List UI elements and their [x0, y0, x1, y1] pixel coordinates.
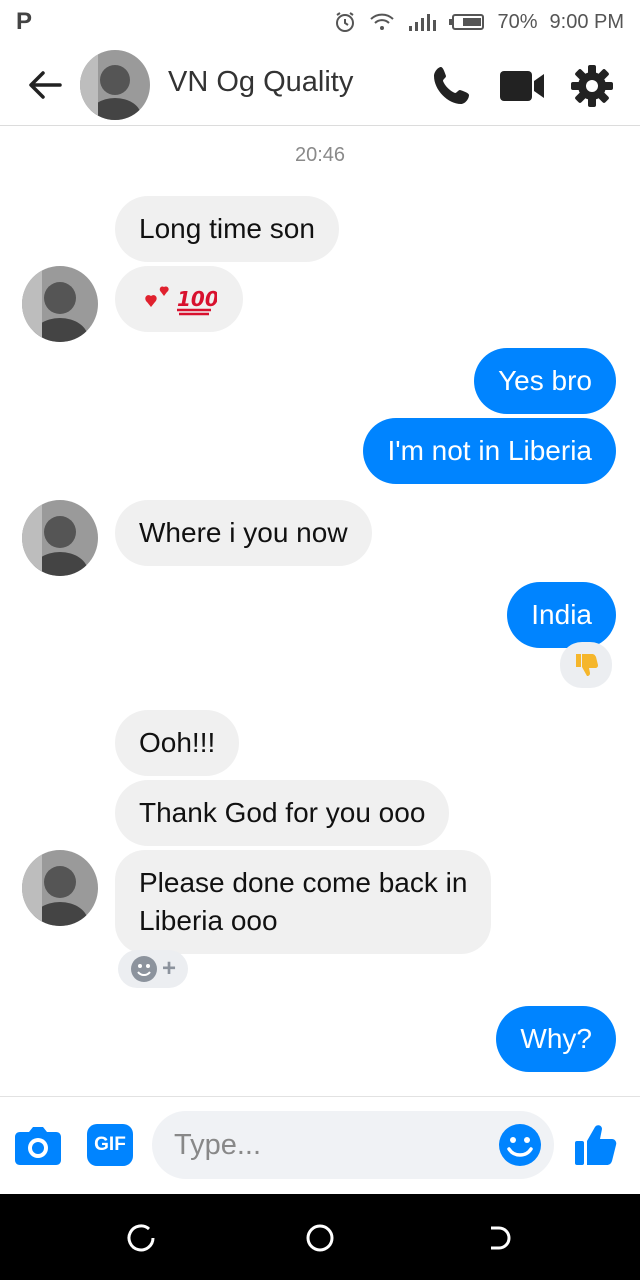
wifi-icon — [369, 12, 395, 32]
contact-avatar-thumb[interactable] — [22, 266, 98, 342]
gif-button[interactable]: GIF — [84, 1119, 136, 1171]
status-icons: 70% 9:00 PM — [333, 10, 624, 34]
signal-icon — [407, 12, 437, 32]
incoming-message[interactable]: Thank God for you ooo — [115, 780, 450, 846]
emoji-icon — [499, 1124, 541, 1166]
chat-header: VN Og Quality — [0, 44, 640, 126]
battery-icon — [449, 12, 485, 32]
plus-icon: + — [161, 955, 176, 982]
video-camera-icon — [500, 71, 544, 101]
home-button[interactable] — [300, 1218, 340, 1258]
contact-avatar[interactable] — [80, 50, 150, 120]
svg-text:100: 100 — [177, 287, 217, 311]
incoming-message[interactable]: Long time son — [115, 196, 339, 262]
message-composer: GIF — [0, 1096, 640, 1194]
video-call-button[interactable] — [498, 62, 546, 110]
incoming-message-emoji[interactable]: 100 — [115, 266, 243, 332]
emoji-button[interactable] — [498, 1123, 542, 1167]
message-input-field[interactable] — [152, 1111, 554, 1179]
outgoing-message[interactable]: India — [507, 582, 616, 648]
back-nav-button[interactable] — [478, 1218, 518, 1258]
message-line: Liberia ooo — [139, 905, 278, 936]
message-line: Please done come back in — [139, 867, 468, 898]
battery-percentage: 70% — [497, 10, 538, 33]
gif-icon: GIF — [87, 1124, 133, 1166]
thumbs-up-icon — [575, 1125, 617, 1165]
system-nav-bar — [0, 1194, 640, 1280]
recent-apps-button[interactable] — [122, 1218, 162, 1258]
settings-button[interactable] — [568, 62, 616, 110]
phone-icon — [434, 67, 469, 104]
like-button[interactable] — [570, 1119, 622, 1171]
camera-icon — [15, 1127, 61, 1165]
incoming-message-multiline[interactable]: Please done come back in Liberia ooo — [115, 850, 492, 954]
message-reaction[interactable] — [560, 642, 612, 688]
incoming-message[interactable]: Ooh!!! — [115, 710, 240, 776]
thumbs-down-icon — [576, 654, 598, 676]
contact-avatar-thumb[interactable] — [22, 500, 98, 576]
incoming-message[interactable]: Where i you now — [115, 500, 372, 566]
add-reaction-button[interactable]: + — [118, 950, 188, 988]
contact-avatar-thumb[interactable] — [22, 850, 98, 926]
alarm-icon — [333, 10, 357, 34]
back-arrow-icon — [29, 71, 62, 99]
status-time: 9:00 PM — [549, 10, 624, 33]
message-timestamp: 20:46 — [294, 144, 346, 166]
smiley-icon — [130, 956, 157, 982]
back-nav-icon — [491, 1226, 511, 1250]
recent-apps-icon — [127, 1224, 155, 1252]
outgoing-message[interactable]: I'm not in Liberia — [363, 418, 616, 484]
outgoing-message[interactable]: Why? — [496, 1006, 616, 1072]
message-input[interactable] — [174, 1111, 494, 1179]
back-button[interactable] — [22, 62, 68, 108]
home-icon — [306, 1224, 334, 1252]
gear-icon — [571, 65, 613, 107]
status-bar: P 70% 9:00 PM — [0, 0, 640, 44]
camera-button[interactable] — [12, 1119, 64, 1171]
hearts-hundred-emoji-icon: 100 — [145, 286, 219, 316]
contact-name[interactable]: VN Og Quality — [168, 66, 353, 99]
gif-label: GIF — [94, 1134, 126, 1155]
outgoing-message[interactable]: Yes bro — [474, 348, 616, 414]
carrier-icon: P — [16, 8, 33, 35]
phone-call-button[interactable] — [428, 62, 476, 110]
